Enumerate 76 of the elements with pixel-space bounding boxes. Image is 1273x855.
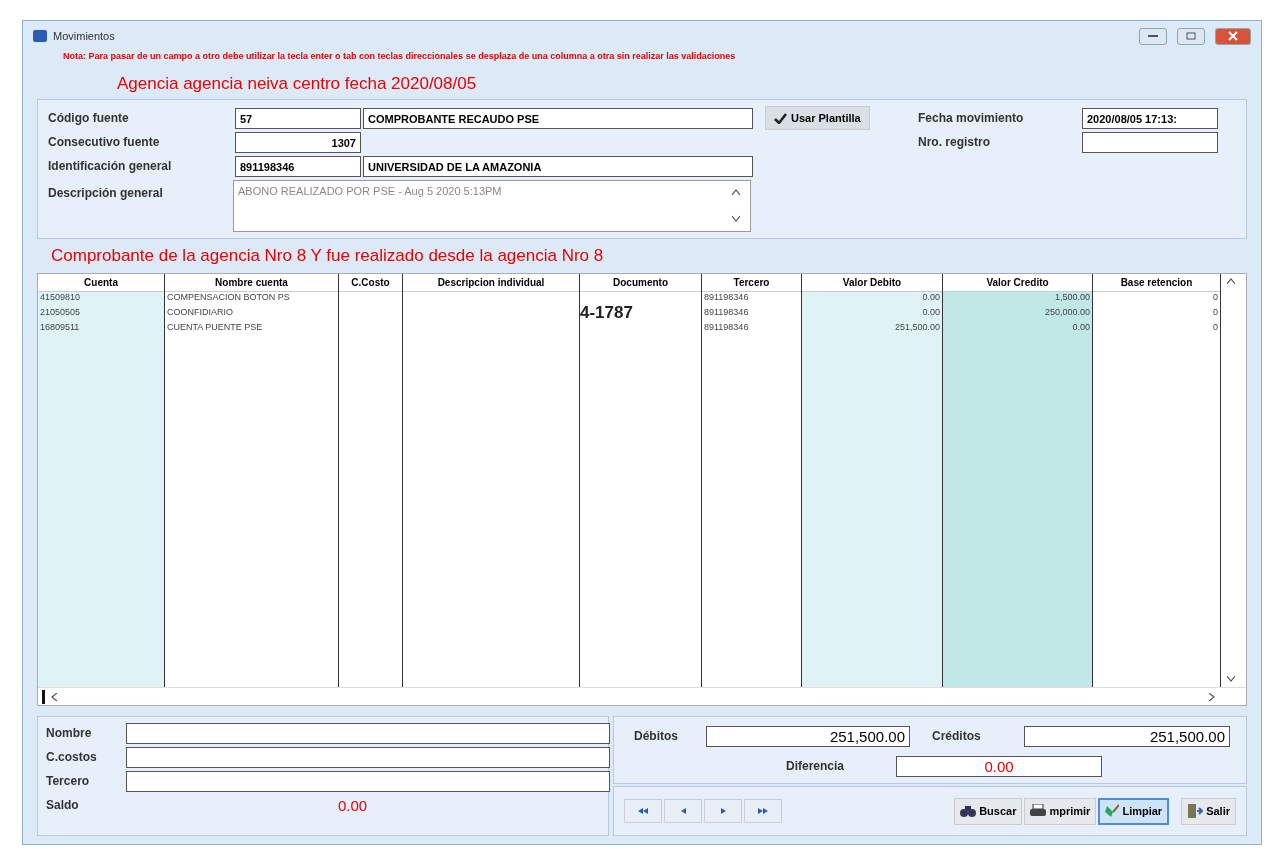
door-exit-icon [1187, 804, 1204, 818]
table-cell: COONFIDIARIO [167, 307, 233, 317]
buscar-button[interactable]: Buscar [954, 797, 1023, 825]
input-field[interactable] [126, 722, 610, 744]
table-cell: 1,500.00 [1054, 292, 1090, 302]
table-cell: 0 [1213, 322, 1218, 332]
table-cell: CUENTA PUENTE PSE [167, 322, 263, 332]
table-cell: 0.00 [1072, 322, 1090, 332]
grid-heading: Comprobante de la agencia Nro 8 Y fue realizado desde la agencia Nro 8 [50, 245, 605, 267]
maximize-icon [1186, 32, 1196, 40]
close-icon [1228, 31, 1238, 41]
description-area[interactable]: ABONO REALIZADO POR PSE - Aug 5 2020 5:13PM [233, 180, 751, 232]
left-arrow-icon [638, 808, 648, 814]
input-field[interactable] [126, 746, 610, 768]
next-button[interactable] [744, 799, 782, 823]
debits-field[interactable]: 251,500.00 [706, 725, 910, 747]
table-cell: 891198346 [704, 322, 749, 332]
credits-field[interactable]: 251,500.00 [1024, 725, 1230, 747]
column-header[interactable]: Valor Credito [943, 274, 1092, 292]
close-button[interactable] [1215, 27, 1251, 45]
input-field[interactable]: 2020/08/05 17:13: [1082, 107, 1218, 129]
input-field[interactable]: 57 [235, 107, 361, 129]
field-label: Nro. registro [918, 135, 991, 149]
table-cell: 41509810 [40, 292, 81, 302]
table-cell: 250,000.00 [1044, 307, 1090, 317]
table-cell: 0 [1213, 307, 1218, 317]
field-label: Fecha movimiento [918, 111, 1025, 125]
field-label: Débitos [634, 729, 679, 743]
window-title: Movimientos [53, 30, 116, 42]
balance-value: 0.00 [338, 796, 368, 814]
table-cell: 0.00 [922, 307, 940, 317]
table-cell: 4-1787 [580, 303, 633, 323]
difference-field[interactable]: 0.00 [896, 755, 1102, 777]
agency-heading: Agencia agencia neiva centro fecha 2020/08/05 [116, 73, 478, 95]
right-arrow-icon [720, 808, 726, 814]
input-field[interactable]: UNIVERSIDAD DE LA AMAZONIA [363, 155, 753, 177]
imprimir-button[interactable]: mprimir [1024, 797, 1097, 825]
minimize-icon [1148, 34, 1158, 38]
table-cell: 891198346 [704, 307, 749, 317]
input-field[interactable]: COMPROBANTE RECAUDO PSE [363, 107, 753, 129]
template-button[interactable]: Usar Plantilla [765, 106, 870, 130]
horizontal-scrollbar[interactable] [38, 687, 1246, 705]
cursor-icon [42, 689, 45, 704]
input-field[interactable]: 891198346 [235, 155, 361, 177]
field-label: Tercero [46, 774, 91, 788]
minimize-button[interactable] [1139, 27, 1167, 45]
field-label: Créditos [932, 729, 982, 743]
table-cell: 0.00 [922, 292, 940, 302]
field-label: Diferencia [786, 759, 846, 773]
input-field[interactable]: 1307 [235, 131, 361, 153]
printer-icon [1030, 804, 1047, 818]
app-icon [33, 30, 47, 42]
field-label: Nombre [46, 726, 93, 740]
table-cell: 0 [1213, 292, 1218, 302]
table-cell: 251,500.00 [894, 322, 940, 332]
field-label: Código fuente [48, 111, 130, 125]
field-label: Descripción general [48, 185, 164, 202]
column-header[interactable]: Valor Debito [802, 274, 942, 292]
salir-button[interactable]: Salir [1181, 797, 1236, 825]
table-cell: 21050505 [40, 307, 81, 317]
field-label: Saldo [46, 798, 80, 812]
table-cell: COMPENSACION BOTON PS [167, 292, 290, 302]
input-field[interactable] [126, 770, 610, 792]
previous-button[interactable] [624, 799, 662, 823]
field-label: Consecutivo fuente [48, 135, 161, 149]
field-label: Identificación general [48, 159, 173, 173]
table-cell: 891198346 [704, 292, 749, 302]
note-text: Nota: Para pasar de un campo a otro debe utilizar la tecla enter o tab con teclas direccionales se desplaza de una columna a otra sin realizar las validaciones [62, 51, 737, 63]
right-arrow-icon [758, 808, 768, 814]
left-arrow-icon [680, 808, 686, 814]
table-cell: 16809511 [40, 322, 80, 332]
input-field[interactable] [1082, 131, 1218, 153]
binoculars-icon [960, 804, 977, 818]
column-header[interactable]: Cuenta [38, 274, 164, 292]
limpiar-button[interactable]: Limpiar [1098, 797, 1170, 825]
field-label: C.costos [46, 750, 98, 764]
